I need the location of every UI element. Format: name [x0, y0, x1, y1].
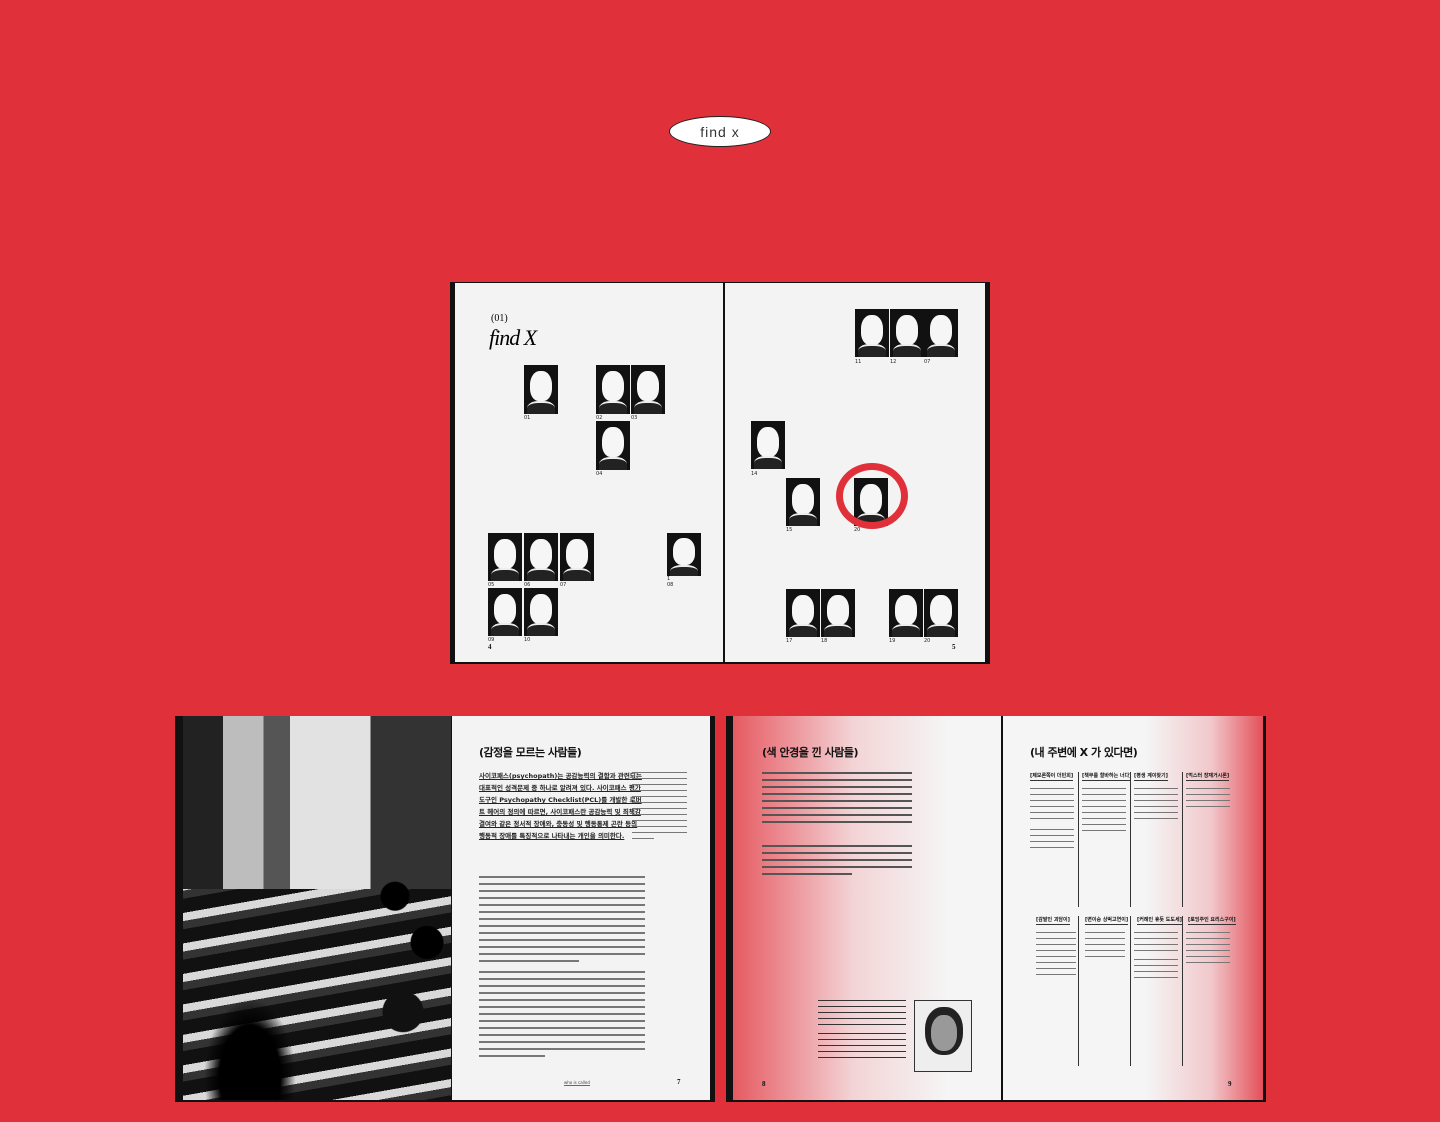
photo-crowd — [370, 850, 451, 1081]
photo-number: 12 — [890, 359, 897, 365]
column-text — [1134, 932, 1178, 983]
column-text — [1085, 932, 1125, 962]
yearbook-photo — [524, 365, 558, 414]
section-title: (내 주변에 X 가 있다면) — [1030, 746, 1138, 759]
page-text-7: (감정을 모르는 사람들) 사이코패스(psychopath)는 공감능력의 결… — [452, 716, 710, 1100]
column-text — [1186, 788, 1230, 812]
yearbook-photo — [560, 533, 594, 581]
column-heading: [책무를 할바하는 너다] — [1082, 773, 1132, 781]
column-divider — [1078, 916, 1079, 1066]
suspect-portrait — [914, 1000, 972, 1072]
column-divider — [1182, 916, 1183, 1066]
column-text — [1082, 788, 1126, 836]
yearbook-photo — [924, 309, 958, 357]
photo-number: 04 — [596, 471, 603, 477]
yearbook-photo — [596, 421, 630, 470]
column-text — [1036, 932, 1076, 980]
page-folio: 9 — [1228, 1080, 1232, 1088]
body-text-block — [762, 845, 912, 880]
lead-paragraph: 사이코패스(psychopath)는 공감능력의 결함과 관련되는 대표적인 성… — [479, 772, 642, 840]
column-heading: [평생 계이찾기] — [1134, 773, 1168, 781]
page-folio: 7 — [677, 1078, 681, 1086]
photo-number: 11 — [855, 359, 862, 365]
column-divider — [1182, 772, 1183, 907]
photo-number: 14 — [751, 471, 758, 477]
photo-number: 18 — [821, 638, 828, 644]
photo-number: 01 — [524, 415, 531, 421]
column-divider — [1130, 772, 1131, 907]
section-title: (감정을 모르는 사람들) — [479, 746, 582, 759]
yearbook-photo — [596, 365, 630, 414]
column-heading: [제모론쪽이 더빈희] — [1030, 773, 1074, 781]
column-heading: [로잉주인 요리스구이] — [1188, 917, 1236, 925]
yearbook-photo — [924, 589, 958, 637]
column-heading: [감발인 괴담이] — [1036, 917, 1070, 925]
column-divider — [1078, 772, 1079, 907]
pill-label: find x — [700, 123, 740, 140]
yearbook-photo — [855, 309, 889, 357]
issue-number: (01) — [491, 313, 508, 324]
find-x-pill[interactable]: find x — [669, 116, 771, 147]
red-circle-marker — [836, 463, 908, 529]
yearbook-photo — [821, 589, 855, 637]
staircase-photo — [183, 716, 451, 1100]
yearbook-photo — [751, 421, 785, 469]
column-text — [1030, 788, 1074, 853]
footer-label: who is called — [564, 1080, 590, 1086]
page-title: find X — [489, 325, 537, 350]
yearbook-photo — [524, 588, 558, 636]
photo-number: 07 — [924, 359, 931, 365]
yearbook-photo — [631, 365, 665, 414]
page-folio: 5 — [952, 643, 956, 651]
yearbook-photo — [488, 588, 522, 636]
photo-number: 03 — [631, 415, 638, 421]
photo-number: 17 — [786, 638, 793, 644]
body-text-block — [479, 971, 645, 1062]
photo-number: 20 — [854, 527, 861, 533]
column-text — [1134, 788, 1178, 824]
column-divider — [1130, 916, 1131, 1066]
page-left-find-x: (01) find X 01 02 03 04 05 06 07 1 08 09… — [455, 283, 723, 662]
photo-number: 19 — [889, 638, 896, 644]
yearbook-photo — [667, 533, 701, 576]
column-heading: [먹스터 장재거시론] — [1186, 773, 1230, 781]
photo-number: 10 — [524, 637, 531, 643]
page-folio: 4 — [488, 643, 492, 651]
yearbook-photo — [786, 478, 820, 526]
yearbook-photo — [786, 589, 820, 637]
yearbook-photo — [890, 309, 924, 357]
sidenote-block — [632, 772, 687, 844]
photo-number: 07 — [560, 582, 567, 588]
body-text-block — [762, 772, 912, 828]
section-title: (색 안경을 낀 사람들) — [762, 746, 859, 759]
column-heading: [변이숭 상벅고연이] — [1085, 917, 1129, 925]
column-heading: [커례인 휴듯 도도세] — [1137, 917, 1182, 925]
yearbook-photo — [889, 589, 923, 637]
yearbook-photo — [488, 533, 522, 581]
page-folio: 8 — [762, 1080, 766, 1088]
body-text-block — [479, 876, 645, 967]
photo-motion-blur — [196, 984, 304, 1100]
quote-block — [818, 1000, 906, 1063]
photo-number: 15 — [786, 527, 793, 533]
photo-number: 20 — [924, 638, 931, 644]
column-text — [1186, 932, 1230, 968]
photo-number: 08 — [667, 582, 674, 588]
yearbook-photo — [524, 533, 558, 581]
